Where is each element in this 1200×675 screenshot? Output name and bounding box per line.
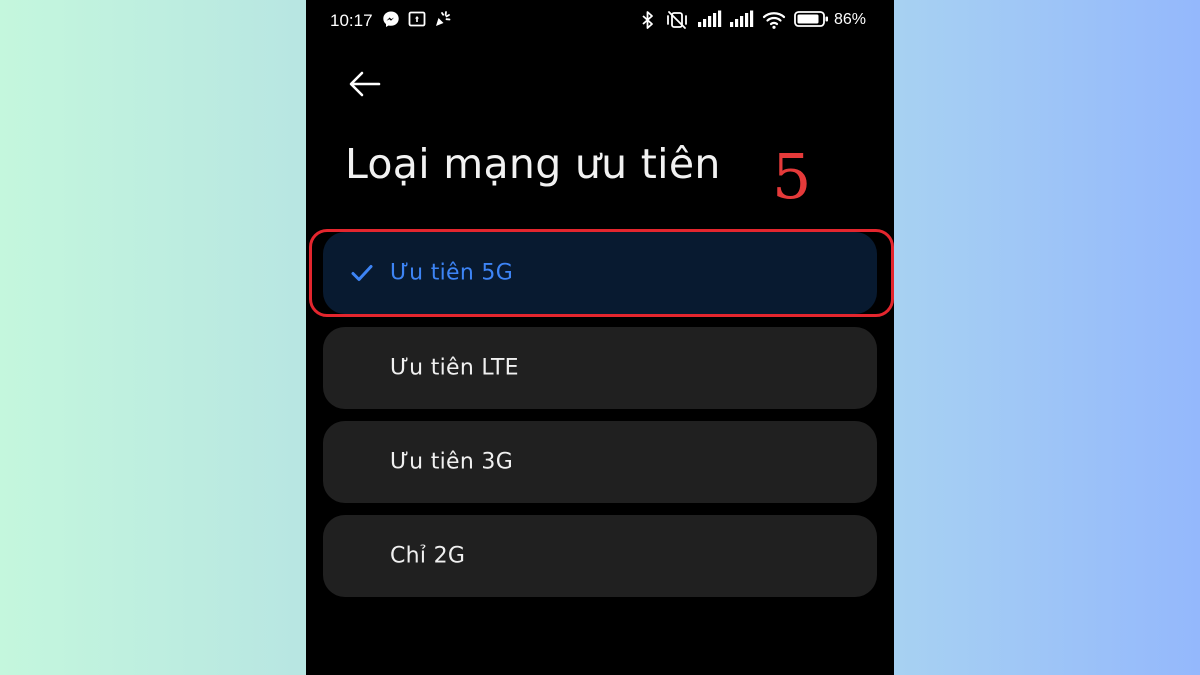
option-prefer-5g[interactable]: Ưu tiên 5G — [323, 232, 877, 314]
option-prefer-3g[interactable]: Ưu tiên 3G — [323, 421, 877, 503]
bluetooth-icon — [642, 11, 653, 29]
phone-screen: 10:17 86% Loại mạng ưu tiên 5 Ưu tiên 5G… — [306, 0, 894, 675]
notification-icon — [436, 11, 451, 26]
screenshot-icon — [408, 11, 426, 27]
signal-icon — [698, 10, 722, 27]
option-label: Ưu tiên 5G — [390, 260, 514, 286]
back-arrow-icon — [349, 71, 381, 97]
option-prefer-lte[interactable]: Ưu tiên LTE — [323, 327, 877, 409]
back-button[interactable] — [344, 66, 388, 102]
wifi-icon — [762, 12, 786, 29]
page-title: Loại mạng ưu tiên — [345, 140, 721, 188]
option-label: Ưu tiên LTE — [390, 355, 519, 381]
step-annotation: 5 — [772, 140, 812, 213]
status-time: 10:17 — [330, 11, 373, 30]
option-label: Chỉ 2G — [390, 543, 466, 569]
option-label: Ưu tiên 3G — [390, 449, 514, 475]
option-2g-only[interactable]: Chỉ 2G — [323, 515, 877, 597]
signal-icon — [730, 10, 754, 27]
status-bar: 10:17 86% — [306, 0, 894, 42]
messenger-icon — [383, 11, 399, 27]
vibrate-off-icon — [667, 11, 687, 29]
battery-icon — [794, 11, 828, 27]
battery-percentage: 86% — [834, 11, 867, 28]
check-icon — [351, 265, 373, 281]
